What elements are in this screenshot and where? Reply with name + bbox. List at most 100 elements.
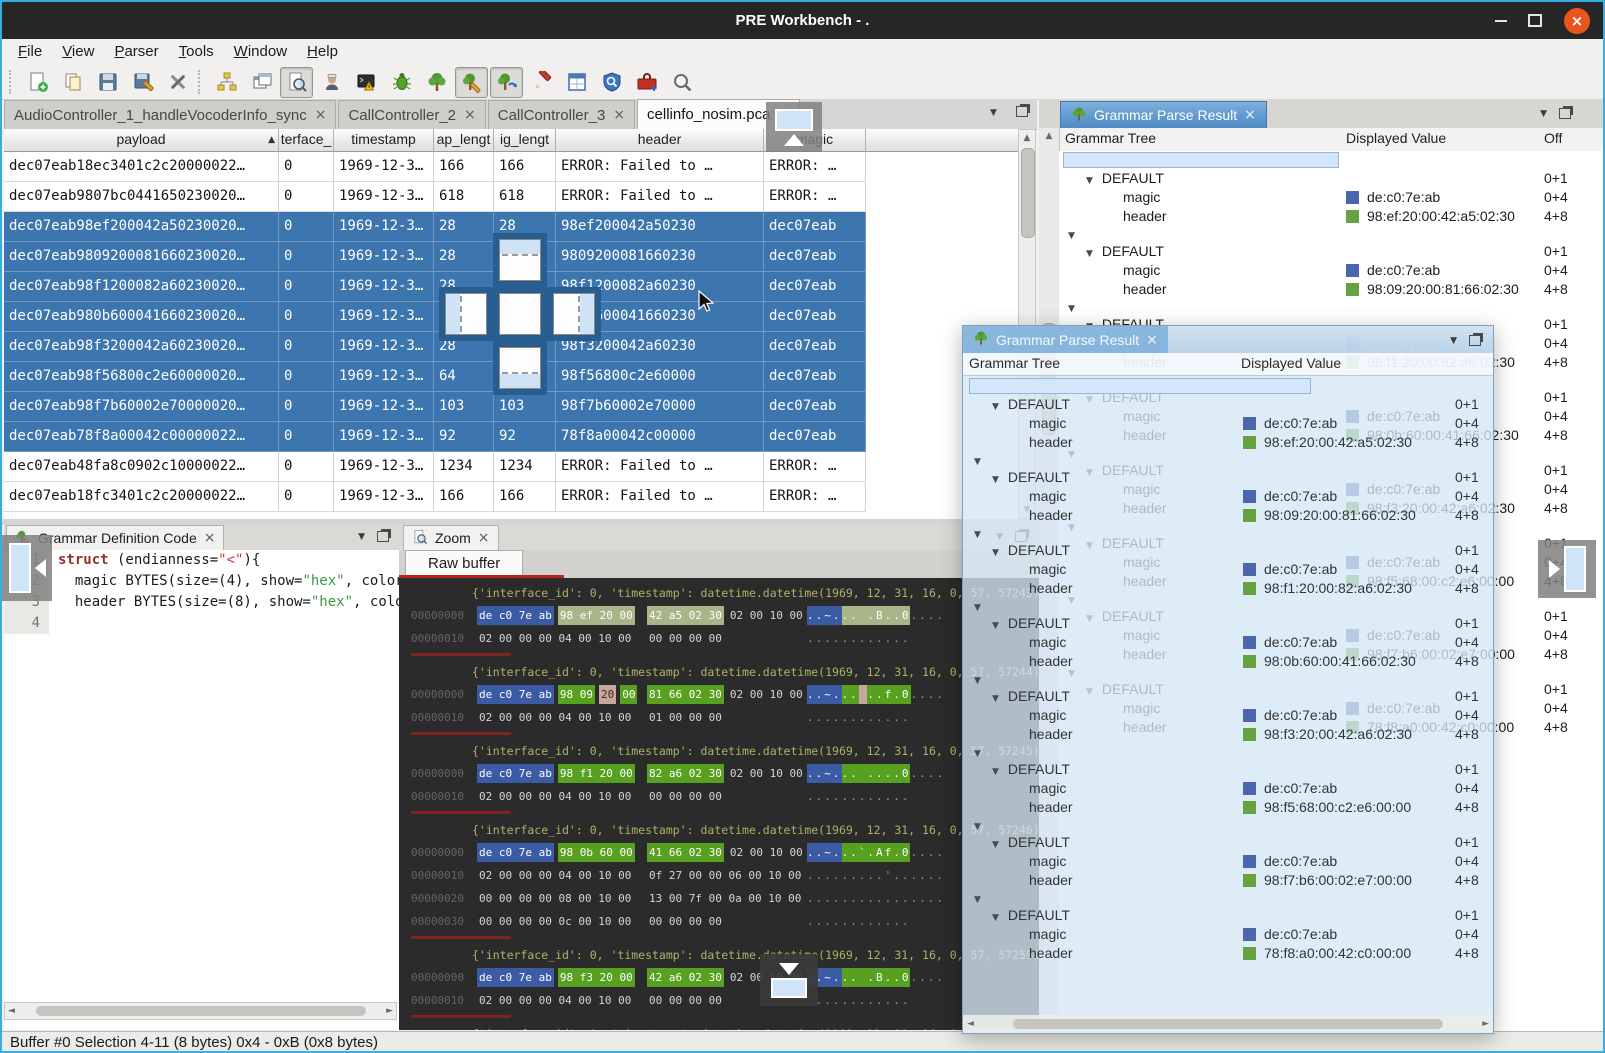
tree-field-row[interactable]: header98:f3:20:00:42:a6:02:304+8 bbox=[965, 725, 1493, 744]
col-grammar-tree[interactable]: Grammar Tree bbox=[1065, 130, 1156, 146]
ascii-run[interactable]: ............ bbox=[807, 629, 910, 648]
menu-item-file[interactable]: File bbox=[8, 39, 52, 65]
panel-menu-icon[interactable]: ▼ bbox=[1540, 109, 1547, 119]
ascii-run[interactable]: .... bbox=[910, 968, 945, 987]
cell-magic[interactable]: dec07eab bbox=[764, 332, 866, 362]
cell-timestamp[interactable]: 1969-12-3… bbox=[334, 392, 434, 422]
cell-timestamp[interactable]: 1969-12-3… bbox=[334, 302, 434, 332]
hex-byte-run[interactable]: 00 00 00 00 0c 00 10 00 bbox=[477, 912, 633, 931]
tree-sync-icon[interactable] bbox=[490, 67, 523, 98]
hex-byte-run[interactable]: 20 bbox=[599, 685, 616, 704]
cell-terface_[interactable]: 0 bbox=[279, 392, 334, 422]
cell-terface_[interactable]: 0 bbox=[279, 362, 334, 392]
cell-payload[interactable]: dec07eab78f8a00042c00000022… bbox=[4, 422, 279, 452]
maximize-button[interactable] bbox=[1519, 2, 1551, 39]
ascii-run[interactable]: .... bbox=[911, 685, 946, 704]
cell-magic[interactable]: dec07eab bbox=[764, 302, 866, 332]
ascii-run[interactable]: .. .B..0 bbox=[842, 606, 911, 625]
tree-field-row[interactable]: header98:0b:60:00:41:66:02:304+8 bbox=[965, 652, 1493, 671]
drop-right-icon[interactable] bbox=[547, 287, 601, 341]
cell-timestamp[interactable]: 1969-12-3… bbox=[334, 362, 434, 392]
table-row[interactable]: dec07eab18fc3401c2c20000022…01969-12-3…1… bbox=[4, 482, 1018, 512]
tree-field-row[interactable]: magicde:c0:7e:ab0+4 bbox=[965, 852, 1493, 871]
cell-timestamp[interactable]: 1969-12-3… bbox=[334, 242, 434, 272]
hex-row[interactable]: 0000001002 00 00 00 04 00 10 000f 27 00 … bbox=[399, 864, 1039, 887]
hex-byte-run[interactable]: de c0 7e ab bbox=[477, 843, 554, 862]
cell-header[interactable]: ERROR: Failed to … bbox=[556, 182, 764, 212]
tools-icon[interactable] bbox=[161, 67, 194, 98]
cell-timestamp[interactable]: 1969-12-3… bbox=[334, 452, 434, 482]
scrollbar-thumb[interactable] bbox=[1021, 148, 1035, 238]
table-row[interactable]: dec07eab78f8a00042c00000022…01969-12-3…9… bbox=[4, 422, 1018, 452]
panel-float-icon[interactable] bbox=[1469, 335, 1481, 346]
code-line[interactable]: 2 magic BYTES(size=(4), show="hex", colo… bbox=[4, 571, 399, 592]
cell-ap_lengt[interactable]: 1234 bbox=[434, 452, 494, 482]
hex-byte-run[interactable]: 98 0b 60 00 bbox=[558, 843, 635, 862]
cell-magic[interactable]: dec07eab bbox=[764, 272, 866, 302]
cell-ig_lengt[interactable]: 103 bbox=[494, 392, 556, 422]
hex-byte-run[interactable]: 02 00 10 00 bbox=[728, 843, 805, 862]
tree-node-row[interactable]: ▼DEFAULT0+1 bbox=[965, 759, 1493, 779]
cell-ig_lengt[interactable]: 1234 bbox=[494, 452, 556, 482]
cell-payload[interactable]: dec07eab98f7b60002e70000020… bbox=[4, 392, 279, 422]
hex-byte-run[interactable]: 00 00 00 00 08 00 10 00 bbox=[477, 889, 633, 908]
cell-magic[interactable]: dec07eab bbox=[764, 392, 866, 422]
tree-field-row[interactable]: header98:ef:20:00:42:a5:02:304+8 bbox=[965, 433, 1493, 452]
code-hscrollbar[interactable]: ◄ ► bbox=[4, 1002, 397, 1020]
hex-byte-run[interactable]: de c0 7e ab bbox=[477, 685, 554, 704]
cell-magic[interactable]: dec07eab bbox=[764, 242, 866, 272]
hex-byte-run[interactable]: 02 00 00 00 04 00 10 00 bbox=[477, 991, 633, 1010]
hex-byte-run[interactable]: 42 a6 02 30 bbox=[647, 968, 724, 987]
cell-header[interactable]: ERROR: Failed to … bbox=[556, 482, 764, 512]
hex-byte-run[interactable]: 98 f3 20 00 bbox=[558, 968, 635, 987]
hex-byte-run[interactable]: 98 ef 20 00 bbox=[558, 606, 635, 625]
cell-ig_lengt[interactable]: 166 bbox=[494, 152, 556, 182]
tab-grammar-parse-result[interactable]: Grammar Parse Result × bbox=[963, 326, 1168, 353]
hex-row[interactable]: 00000000de c0 7e ab98 f3 20 0042 a6 02 3… bbox=[399, 966, 1039, 989]
tree-node-row[interactable]: ▼DEFAULT0+1 bbox=[965, 394, 1493, 414]
hex-row[interactable]: 0000001002 00 00 00 04 00 10 0000 00 00 … bbox=[399, 989, 1039, 1012]
ascii-run[interactable]: .. .B..0 bbox=[842, 968, 911, 987]
close-tab-icon[interactable]: × bbox=[315, 107, 327, 123]
tree-field-row[interactable]: magicde:c0:7e:ab0+4 bbox=[965, 925, 1493, 944]
cell-magic[interactable]: dec07eab bbox=[764, 362, 866, 392]
cell-header[interactable]: ERROR: Failed to … bbox=[556, 452, 764, 482]
menu-item-help[interactable]: Help bbox=[297, 39, 348, 65]
tree-field-row[interactable]: header98:f7:b6:00:02:e7:00:004+8 bbox=[965, 871, 1493, 890]
table-row[interactable]: dec07eab18ec3401c2c20000022…01969-12-3…1… bbox=[4, 152, 1018, 182]
col-offset[interactable]: Off bbox=[1544, 130, 1562, 146]
menu-item-parser[interactable]: Parser bbox=[104, 39, 168, 65]
tree-node-row[interactable]: ▼DEFAULT0+1 bbox=[965, 832, 1493, 852]
cell-terface_[interactable]: 0 bbox=[279, 242, 334, 272]
code-line[interactable]: 4 bbox=[4, 613, 399, 634]
tree-node-row[interactable]: ▼DEFAULT0+1 bbox=[965, 686, 1493, 706]
ascii-run[interactable]: ............ bbox=[807, 787, 910, 806]
hex-byte-run[interactable]: de c0 7e ab bbox=[477, 606, 554, 625]
cell-payload[interactable]: dec07eab18fc3401c2c20000022… bbox=[4, 482, 279, 512]
tree-node-row[interactable]: ▼DEFAULT0+1 bbox=[1059, 241, 1605, 261]
tree-field-row[interactable]: magicde:c0:7e:ab0+4 bbox=[965, 633, 1493, 652]
tree-root-row[interactable]: ▼ bbox=[1059, 226, 1605, 241]
terminal-warning-icon[interactable] bbox=[350, 67, 383, 98]
tree-field-row[interactable]: magicde:c0:7e:ab0+4 bbox=[965, 487, 1493, 506]
menu-item-tools[interactable]: Tools bbox=[169, 39, 224, 65]
drop-left-edge-indicator[interactable] bbox=[2, 535, 52, 601]
hex-byte-run[interactable]: 0f 27 00 00 06 00 10 00 bbox=[647, 866, 803, 885]
tree-field-row[interactable]: magicde:c0:7e:ab0+4 bbox=[965, 779, 1493, 798]
tree-root-row[interactable]: ▼ bbox=[965, 379, 1493, 394]
ascii-run[interactable]: ................ bbox=[807, 889, 945, 908]
hex-byte-run[interactable]: 42 a5 02 30 bbox=[647, 606, 724, 625]
minimize-button[interactable] bbox=[1485, 2, 1517, 39]
save-icon[interactable] bbox=[91, 67, 124, 98]
close-tab-icon[interactable]: × bbox=[478, 530, 490, 546]
scroll-left-icon[interactable]: ◄ bbox=[967, 1016, 974, 1032]
hex-byte-run[interactable]: 02 00 10 00 bbox=[728, 764, 805, 783]
bug-icon[interactable] bbox=[385, 67, 418, 98]
cell-ap_lengt[interactable]: 618 bbox=[434, 182, 494, 212]
tree-root-row[interactable]: ▼ bbox=[965, 598, 1493, 613]
new-file-icon[interactable] bbox=[21, 67, 54, 98]
tree-root-row[interactable]: ▼ bbox=[965, 890, 1493, 905]
hex-byte-run[interactable]: 00 00 00 00 bbox=[647, 629, 724, 648]
tree-node-row[interactable]: ▼DEFAULT0+1 bbox=[965, 467, 1493, 487]
hex-byte-run[interactable]: de c0 7e ab bbox=[477, 968, 554, 987]
